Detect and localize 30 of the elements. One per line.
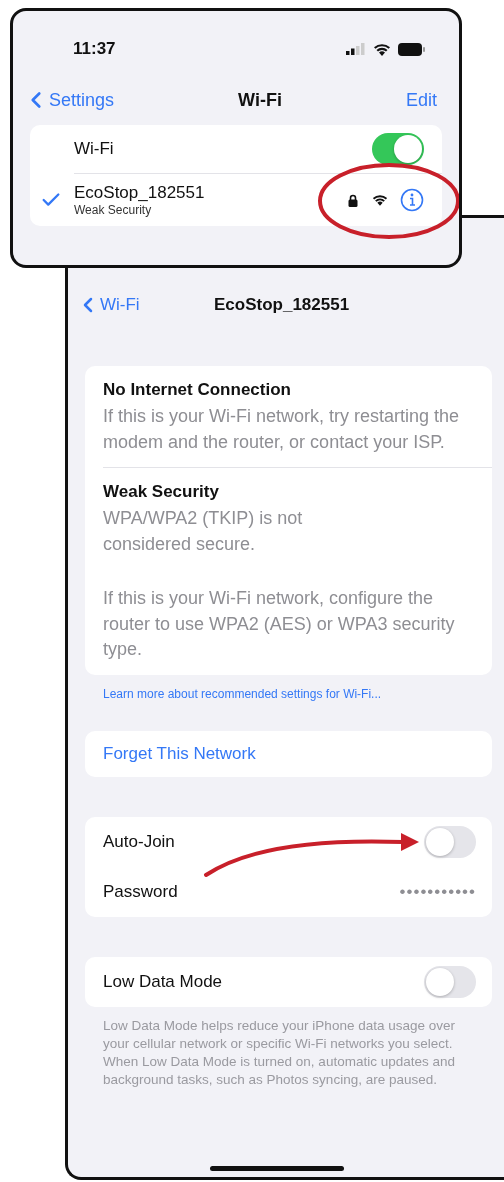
low-data-label: Low Data Mode <box>103 971 224 992</box>
lock-icon <box>348 193 358 207</box>
nav-title: EcoStop_182551 <box>214 295 350 315</box>
network-name[interactable]: EcoStop_182551 <box>74 183 348 203</box>
back-link[interactable]: Settings <box>23 87 115 113</box>
warning-title: Weak Security <box>103 482 220 502</box>
status-time: 11:37 <box>73 39 116 59</box>
warning-title: No Internet Connection <box>103 380 292 400</box>
nav-title: Wi-Fi <box>238 89 282 111</box>
password-value[interactable]: ••••••••••• <box>399 881 476 902</box>
warning-text: WPA/WPA2 (TKIP) is not considered secure. <box>103 507 304 556</box>
toggle-switch[interactable] <box>424 825 476 858</box>
low-data-footer: Low Data Mode helps reduce your iPhone data usage over your cellular network or specific Wi-Fi networks you select. When Low Data Mode is turned on, automatic updates and background tasks, such as Photos syncing, are paused. <box>103 1016 471 1089</box>
edit-link[interactable]: Edit <box>405 89 437 111</box>
wifi-icon <box>372 194 388 206</box>
toggle-switch[interactable] <box>424 965 476 998</box>
wifi-icon <box>373 42 391 56</box>
battery-icon <box>398 42 425 56</box>
wifi-label: Wi-Fi <box>74 139 115 159</box>
forget-network-button[interactable]: Forget This Network <box>85 730 492 777</box>
warning-text: If this is your Wi-Fi network, try restarting the modem and the router, or contact your ISP. <box>103 405 461 454</box>
signal-icon <box>346 43 366 55</box>
auto-join-label: Auto-Join <box>103 831 176 852</box>
back-link[interactable]: Wi-Fi <box>76 293 140 317</box>
network-subtitle: Weak Security <box>74 203 153 217</box>
info-icon[interactable] <box>400 188 424 212</box>
learn-more-link[interactable]: Learn more about recommended settings for Wi-Fi... <box>103 686 504 701</box>
warning-text: If this is your Wi-Fi network, configure the router to use WPA2 (AES) or WPA3 security type. <box>103 587 456 661</box>
password-label: Password <box>103 881 179 902</box>
toggle-switch[interactable] <box>372 133 424 165</box>
